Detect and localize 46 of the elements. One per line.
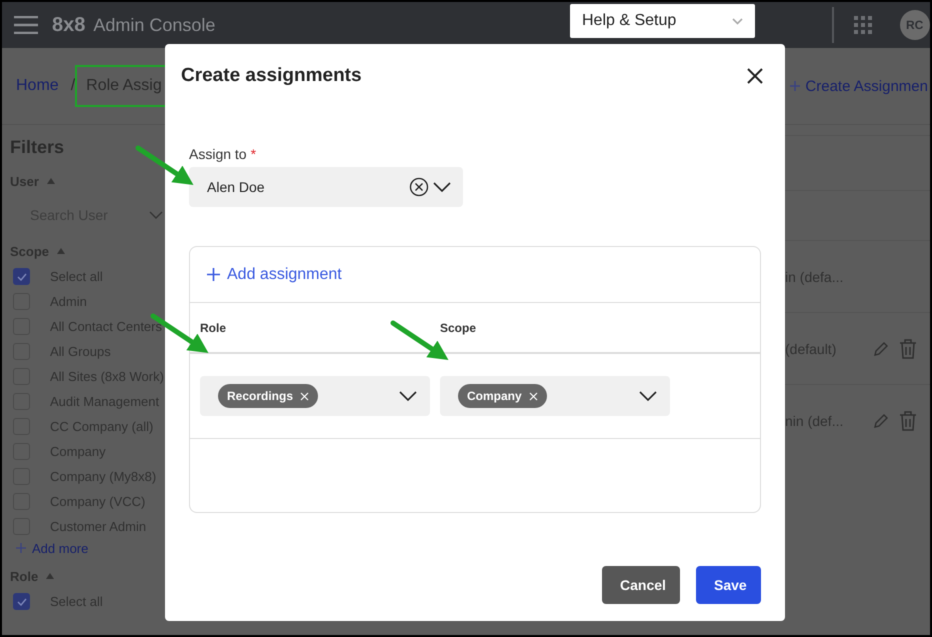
caret-icon bbox=[46, 573, 54, 579]
help-setup-dropdown[interactable]: Help & Setup bbox=[570, 4, 755, 38]
trash-icon[interactable] bbox=[899, 338, 917, 358]
chevron-down-icon bbox=[732, 18, 743, 24]
column-header: Role bbox=[200, 320, 228, 334]
checkbox[interactable] bbox=[13, 593, 30, 610]
pencil-icon[interactable] bbox=[873, 412, 889, 428]
chevron-down-icon bbox=[399, 391, 417, 401]
user-avatar[interactable]: RC bbox=[900, 10, 930, 40]
close-icon[interactable] bbox=[747, 68, 763, 84]
clear-icon[interactable] bbox=[409, 177, 429, 197]
trash-icon[interactable] bbox=[899, 410, 917, 430]
checkbox[interactable] bbox=[13, 268, 30, 285]
create-assignment-link[interactable]: Create Assignmen bbox=[790, 78, 928, 94]
assign-to-label: Assign to bbox=[189, 146, 247, 162]
breadcrumb-item[interactable]: Home bbox=[14, 65, 63, 107]
scope-select[interactable]: Company bbox=[440, 376, 670, 416]
chevron-down-icon bbox=[433, 182, 451, 192]
dialog-title: Create assignments bbox=[181, 65, 362, 87]
checkmark-icon bbox=[16, 272, 26, 280]
caret-icon bbox=[46, 178, 55, 184]
save-button[interactable]: Save bbox=[696, 566, 761, 604]
chevron-down-icon bbox=[149, 211, 163, 219]
plus-icon bbox=[16, 543, 26, 553]
menu-icon[interactable] bbox=[14, 16, 38, 34]
remove-icon[interactable] bbox=[528, 392, 538, 400]
chevron-down-icon bbox=[639, 391, 657, 401]
caret-icon bbox=[57, 248, 66, 254]
add-assignment-link[interactable]: Add assignment bbox=[207, 266, 342, 284]
plus-icon bbox=[790, 81, 800, 91]
role-select[interactable]: Recordings bbox=[200, 376, 430, 416]
required-mark: * bbox=[250, 146, 256, 162]
remove-icon[interactable] bbox=[300, 392, 310, 400]
logo: 8x8 bbox=[52, 14, 86, 36]
cancel-button[interactable]: Cancel bbox=[602, 566, 680, 604]
breadcrumb-separator: / bbox=[70, 77, 76, 95]
pencil-icon[interactable] bbox=[873, 340, 889, 356]
add-more-link[interactable]: Add more bbox=[10, 539, 167, 557]
plus-icon bbox=[207, 268, 220, 281]
app-title: Admin Console bbox=[93, 14, 216, 36]
assign-to-select[interactable]: Alen Doe bbox=[189, 167, 463, 207]
column-header: Scope bbox=[440, 320, 478, 334]
app-grid-icon[interactable] bbox=[854, 16, 872, 34]
checkmark-icon bbox=[16, 598, 26, 606]
role-chip: Recordings bbox=[218, 384, 318, 408]
scope-chip: Company bbox=[458, 384, 547, 408]
